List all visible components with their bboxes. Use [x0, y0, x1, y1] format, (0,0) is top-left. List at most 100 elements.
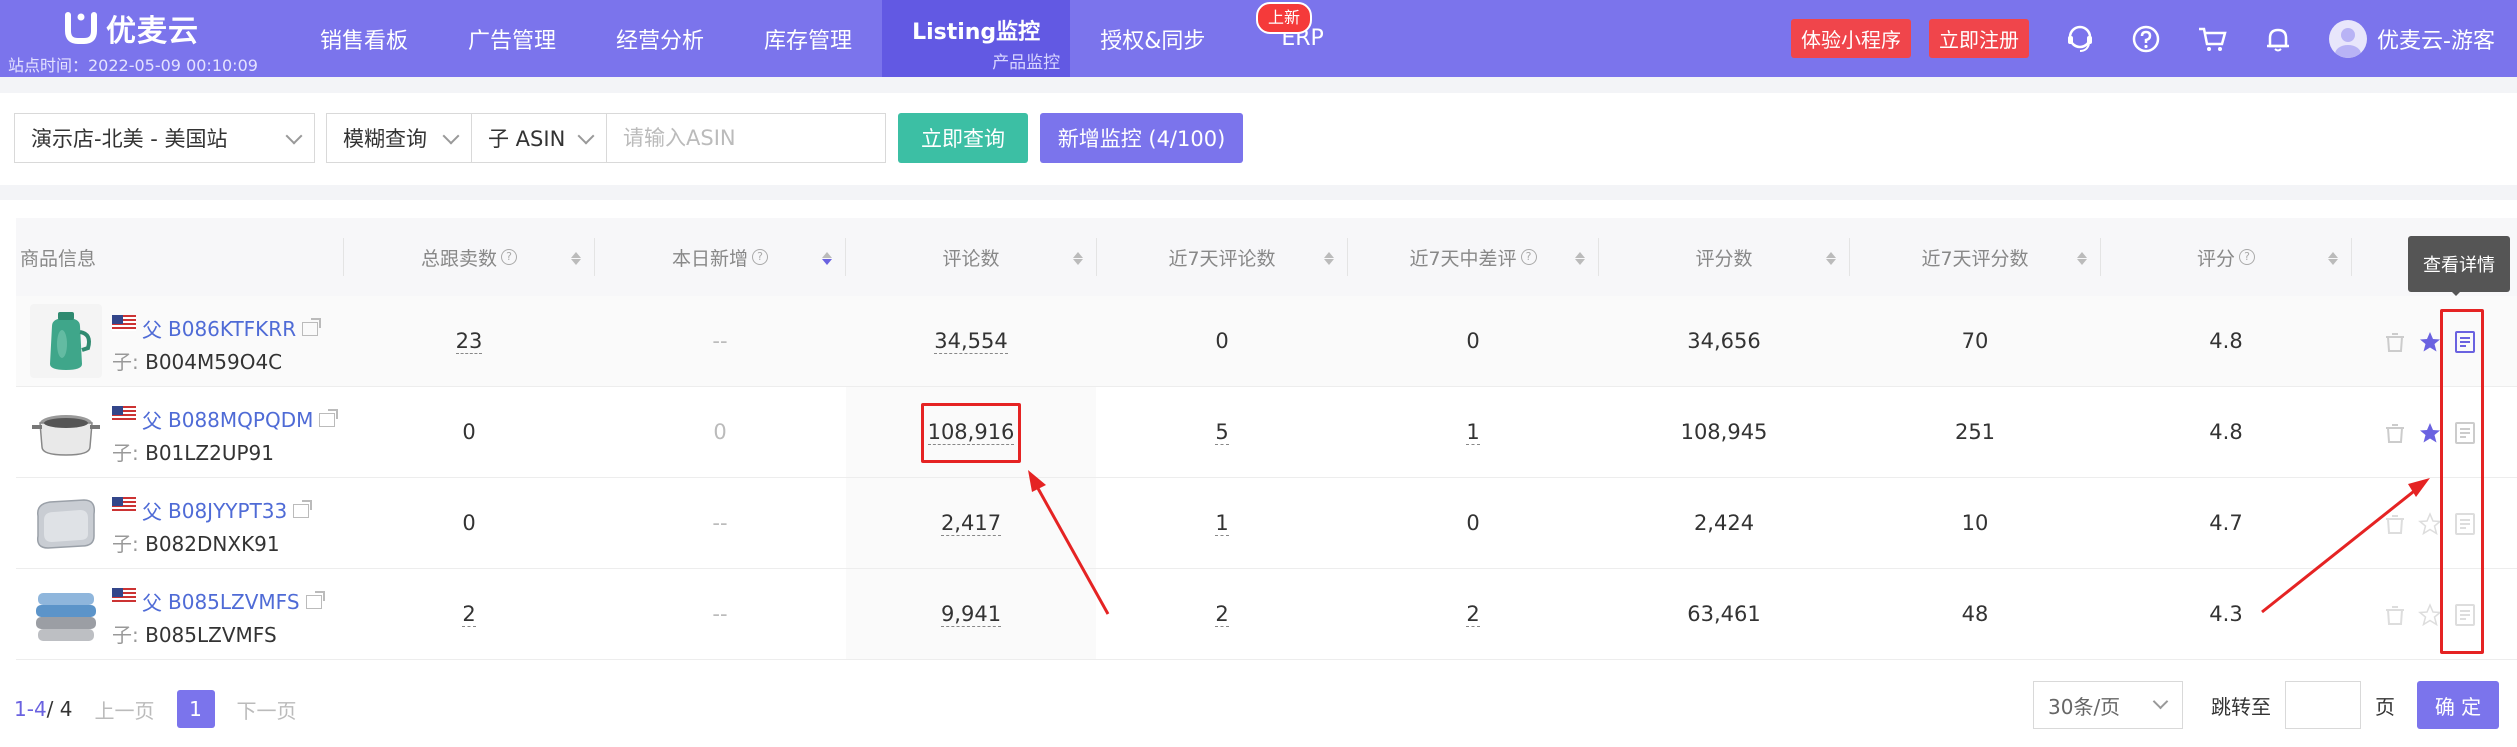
chevron-down-icon	[577, 127, 595, 145]
current-page-button[interactable]: 1	[176, 690, 215, 728]
sort-icon[interactable]	[571, 247, 581, 267]
star-filled-icon[interactable]	[2418, 330, 2442, 354]
parent-asin-link[interactable]: B086KTFKRR	[168, 317, 296, 341]
table-row[interactable]: 父 B088MQPQDM 子: B01LZ2UP91 0 0 108,916 5…	[16, 387, 2517, 478]
product-image-teapot[interactable]	[30, 304, 102, 378]
parent-asin-link[interactable]: B08JYYPT33	[168, 499, 287, 523]
reviews-7d-value[interactable]: 1	[1215, 511, 1229, 536]
col-followers[interactable]: 总跟卖数?	[344, 218, 594, 296]
reviews-value[interactable]: 34,554	[934, 329, 1008, 354]
negative-7d-value[interactable]: 1	[1466, 420, 1480, 445]
table-row[interactable]: 父 B085LZVMFS 子: B085LZVMFS 2 -- 9,941 2 …	[16, 569, 2517, 660]
view-details-tooltip: 查看详情	[2408, 236, 2510, 296]
help-icon[interactable]: ?	[2239, 249, 2255, 265]
parent-asin-link[interactable]: B085LZVMFS	[168, 590, 300, 614]
confirm-jump-button[interactable]: 确 定	[2417, 681, 2499, 729]
col-score[interactable]: 评分?	[2101, 218, 2351, 296]
reviews-7d-value[interactable]: 2	[1215, 602, 1229, 627]
user-name[interactable]: 优麦云-游客	[2377, 23, 2495, 55]
table-row[interactable]: 父 B086KTFKRR 子: B004M59O4C 23 -- 34,554 …	[16, 296, 2517, 387]
external-link-icon[interactable]	[302, 317, 322, 336]
followers-value[interactable]: 2	[462, 602, 476, 627]
table-row[interactable]: 父 B08JYYPT33 子: B082DNXK91 0 -- 2,417 1 …	[16, 478, 2517, 569]
nav-business-analysis[interactable]: 经营分析	[586, 0, 734, 77]
nav-auth-sync[interactable]: 授权&同步	[1070, 0, 1235, 77]
reviews-value[interactable]: 2,417	[940, 511, 1002, 536]
reviews-value[interactable]: 9,941	[940, 602, 1002, 627]
sort-icon[interactable]	[2077, 247, 2087, 267]
nav-listing-monitor[interactable]: Listing监控 产品监控	[882, 0, 1071, 77]
sort-icon[interactable]	[822, 247, 832, 267]
external-link-icon[interactable]	[293, 499, 313, 518]
col-negative-7d[interactable]: 近7天中差评?	[1348, 218, 1598, 296]
next-page-button[interactable]: 下一页	[237, 695, 297, 724]
store-select[interactable]: 演示店-北美 - 美国站	[14, 113, 315, 163]
query-mode-select[interactable]: 模糊查询	[326, 113, 472, 163]
logo[interactable]: 优麦云	[64, 8, 199, 49]
child-prefix: 子:	[112, 532, 139, 556]
star-outline-icon[interactable]	[2418, 603, 2442, 627]
help-icon[interactable]	[2131, 24, 2161, 54]
trial-miniprogram-button[interactable]: 体验小程序	[1791, 19, 1912, 58]
parent-asin: 父 B085LZVMFS	[112, 587, 325, 616]
help-icon[interactable]: ?	[1520, 249, 1537, 265]
chevron-down-icon	[442, 127, 460, 145]
trash-icon[interactable]	[2383, 603, 2407, 627]
cell-ratings: 2,424	[1693, 511, 1755, 535]
col-reviews-7d[interactable]: 近7天评论数	[1097, 218, 1347, 296]
sort-icon[interactable]	[1575, 247, 1585, 267]
nav-ads-management[interactable]: 广告管理	[438, 0, 586, 77]
sort-icon[interactable]	[1324, 247, 1334, 267]
jump-page-input[interactable]	[2285, 681, 2361, 729]
col-ratings[interactable]: 评分数	[1599, 218, 1849, 296]
help-icon[interactable]: ?	[752, 249, 768, 265]
star-outline-icon[interactable]	[2418, 512, 2442, 536]
product-image-pillow[interactable]	[30, 486, 102, 560]
sort-icon[interactable]	[2328, 247, 2338, 267]
child-prefix: 子:	[112, 441, 139, 465]
cart-icon[interactable]	[2197, 24, 2227, 54]
bell-icon[interactable]	[2263, 24, 2293, 54]
nav-inventory[interactable]: 库存管理	[734, 0, 882, 77]
headset-icon[interactable]	[2065, 24, 2095, 54]
star-filled-icon[interactable]	[2418, 421, 2442, 445]
external-link-icon[interactable]	[319, 408, 339, 427]
child-asin-value: B085LZVMFS	[145, 623, 277, 647]
col-ratings-7d[interactable]: 近7天评分数	[1850, 218, 2100, 296]
add-monitor-button[interactable]: 新增监控 (4/100)	[1040, 113, 1243, 163]
asin-type-select[interactable]: 子 ASIN	[471, 113, 607, 163]
product-image-towels[interactable]	[30, 577, 102, 651]
register-button[interactable]: 立即注册	[1929, 19, 2030, 58]
reviews-7d-value[interactable]: 5	[1215, 420, 1229, 445]
query-button[interactable]: 立即查询	[898, 113, 1028, 163]
trash-icon[interactable]	[2383, 330, 2407, 354]
user-avatar-icon[interactable]	[2329, 19, 2368, 58]
external-link-icon[interactable]	[305, 590, 325, 609]
parent-prefix: 父	[142, 591, 162, 615]
cell-ratings-7d: 251	[1954, 420, 1996, 444]
col-reviews[interactable]: 评论数	[846, 218, 1096, 296]
col-today-new[interactable]: 本日新增?	[595, 218, 845, 296]
help-icon[interactable]: ?	[501, 249, 517, 265]
cell-followers: 0	[462, 511, 476, 535]
cell-reviews-7d: 0	[1215, 329, 1229, 353]
nav-sub-label: 产品监控	[992, 53, 1061, 73]
nav-sales-dashboard[interactable]: 销售看板	[290, 0, 438, 77]
cell-negative-7d: 0	[1466, 511, 1480, 535]
page-range: 1-4	[14, 697, 47, 721]
cell-reviews-7d: 2	[1097, 569, 1347, 659]
negative-7d-value[interactable]: 2	[1466, 602, 1480, 627]
trash-icon[interactable]	[2383, 512, 2407, 536]
asin-input[interactable]	[623, 126, 869, 150]
cell-reviews-7d: 5	[1097, 387, 1347, 477]
sort-icon[interactable]	[1826, 247, 1836, 267]
trash-icon[interactable]	[2383, 421, 2407, 445]
followers-value[interactable]: 23	[455, 329, 483, 354]
page-size-select[interactable]: 30条/页	[2033, 681, 2183, 729]
child-asin-value: B01LZ2UP91	[145, 441, 274, 465]
site-time: 站点时间：2022-05-09 00:10:09	[8, 56, 258, 75]
sort-icon[interactable]	[1073, 247, 1083, 267]
product-image-pot[interactable]	[30, 395, 102, 469]
prev-page-button[interactable]: 上一页	[95, 695, 155, 724]
parent-asin-link[interactable]: B088MQPQDM	[168, 408, 313, 432]
